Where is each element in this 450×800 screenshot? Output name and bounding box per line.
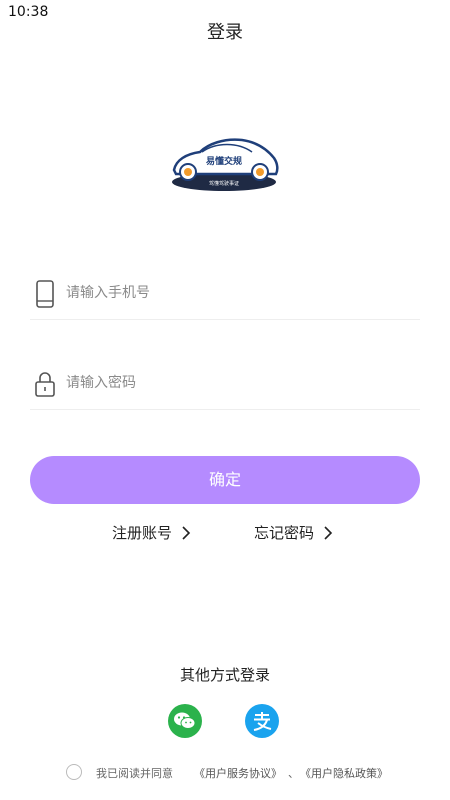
chevron-right-icon bbox=[324, 525, 333, 540]
wechat-login-button[interactable] bbox=[168, 704, 202, 738]
wechat-icon bbox=[174, 712, 196, 729]
alipay-icon bbox=[253, 712, 272, 731]
phone-field bbox=[30, 270, 420, 320]
logo-tagline: 驾懂驾驶事证 bbox=[209, 180, 239, 187]
privacy-policy-link[interactable]: 《用户隐私政策》 bbox=[300, 765, 388, 781]
password-input[interactable] bbox=[66, 370, 406, 396]
phone-icon bbox=[36, 280, 54, 308]
page-title: 登录 bbox=[207, 22, 243, 43]
forgot-password-label: 忘记密码 bbox=[254, 524, 315, 542]
chevron-right-icon bbox=[182, 525, 191, 540]
service-agreement-link[interactable]: 《用户服务协议》 bbox=[194, 765, 282, 781]
password-field bbox=[30, 360, 420, 410]
app-logo: 易懂交规 驾懂驾驶事证 bbox=[172, 138, 279, 191]
logo-name: 易懂交规 bbox=[206, 155, 242, 167]
confirm-button[interactable]: 确定 bbox=[30, 456, 420, 504]
forgot-password-link[interactable]: 忘记密码 bbox=[254, 522, 334, 543]
lock-icon bbox=[35, 372, 55, 397]
other-login-title: 其他方式登录 bbox=[179, 666, 270, 684]
agree-radio[interactable] bbox=[66, 764, 82, 780]
agreement-separator: 、 bbox=[288, 767, 299, 780]
agreement-row: 我已阅读并同意 《用户服务协议》 、 《用户隐私政策》 bbox=[66, 764, 426, 782]
phone-input[interactable] bbox=[66, 280, 406, 306]
agreement-prefix: 我已阅读并同意 bbox=[96, 767, 173, 780]
register-link[interactable]: 注册账号 bbox=[112, 522, 192, 543]
register-link-label: 注册账号 bbox=[112, 524, 173, 542]
alipay-login-button[interactable] bbox=[245, 704, 279, 738]
